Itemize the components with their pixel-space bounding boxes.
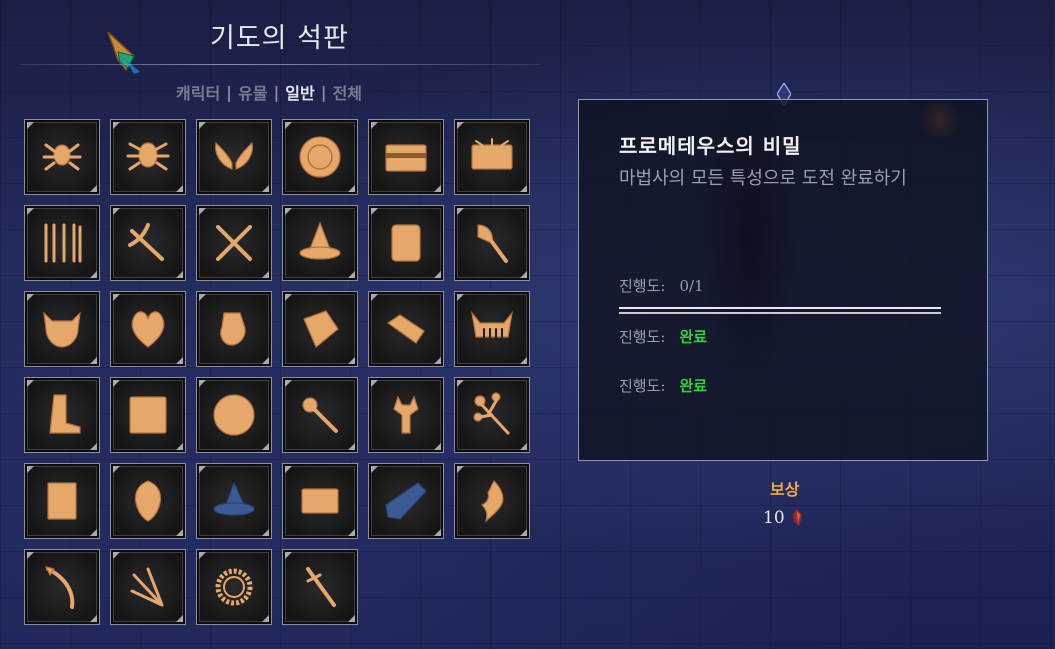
progress-row: 진행도: 0/1 (619, 275, 704, 296)
achievement-slot[interactable] (454, 463, 530, 539)
achievement-slot[interactable] (110, 291, 186, 367)
progress-row: 진행도: 완료 (619, 375, 707, 396)
achievement-slot[interactable] (454, 119, 530, 195)
achievement-slot[interactable] (282, 205, 358, 281)
flower-staff-icon (473, 392, 510, 435)
achievement-slot[interactable] (454, 291, 530, 367)
progress-label: 진행도: (619, 328, 666, 346)
mace-icon (302, 397, 338, 433)
achievement-slot[interactable] (368, 377, 444, 453)
treasure-chest-icon (385, 144, 427, 172)
parchment-icon (303, 310, 339, 348)
whetstone-icon (386, 314, 425, 344)
boot-icon (49, 394, 81, 434)
weapon-rack-icon (44, 223, 82, 263)
reward-label: 보상 (770, 480, 800, 499)
tab-character[interactable]: 캐릭터 (176, 80, 220, 104)
achievement-slot[interactable] (196, 119, 272, 195)
achievement-slot[interactable] (110, 119, 186, 195)
achievement-slot[interactable] (196, 549, 272, 625)
achievement-grid (24, 119, 530, 625)
jaw-trap-icon (471, 310, 513, 338)
achievement-slot[interactable] (24, 291, 100, 367)
achievement-slot[interactable] (282, 377, 358, 453)
progress-label: 진행도: (619, 377, 666, 395)
bandage-locked-icon (385, 482, 427, 520)
achievement-slot[interactable] (368, 119, 444, 195)
achievement-slot[interactable] (282, 119, 358, 195)
achievement-slot[interactable] (110, 549, 186, 625)
progress-value: 0/1 (679, 277, 704, 295)
tab-separator: | (226, 82, 232, 102)
spider-crest-alt-icon (126, 142, 170, 171)
beast-skull-icon (43, 311, 81, 348)
battle-axe-icon (477, 224, 508, 263)
achievement-description: 마법사의 모든 특성으로 도전 완료하기 (619, 168, 907, 189)
round-shield-icon (299, 136, 341, 178)
wizard-hat-locked-icon (213, 481, 255, 516)
achievement-slot[interactable] (368, 291, 444, 367)
achievement-slot[interactable] (24, 463, 100, 539)
achievement-slot[interactable] (196, 463, 272, 539)
achievement-detail-panel: 프로메테우스의 비밀 마법사의 모든 특성으로 도전 완료하기 진행도: 0/1 … (578, 99, 988, 461)
filter-tabs: 캐릭터 | 유물 | 일반 | 전체 (176, 80, 362, 104)
plank-icon (301, 488, 339, 514)
rune-tablet-icon (129, 396, 167, 434)
book-icon (47, 482, 77, 520)
ornate-chest-icon (471, 138, 513, 170)
pouch-icon (220, 312, 246, 346)
tab-all[interactable]: 전체 (333, 80, 362, 104)
achievement-slot[interactable] (282, 549, 358, 625)
achievement-slot[interactable] (110, 205, 186, 281)
mask-icon (134, 480, 162, 522)
spider-crest-icon (42, 143, 82, 171)
progress-value: 완료 (679, 328, 708, 346)
staff-bundle-icon (130, 567, 164, 607)
page-title: 기도의 석판 (210, 23, 349, 54)
wings-icon (215, 141, 253, 170)
gem-quill-icon (107, 31, 140, 74)
achievement-slot[interactable] (110, 463, 186, 539)
tab-separator: | (273, 82, 280, 102)
flame-sigil-icon (480, 479, 504, 523)
achievement-slot[interactable] (368, 205, 444, 281)
achievement-slot[interactable] (368, 463, 444, 539)
crossbow-icon (128, 223, 164, 261)
witch-hat-icon (299, 221, 341, 260)
tab-separator: | (320, 82, 327, 102)
achievement-title: 프로메테우스의 비밀 (619, 134, 802, 158)
progress-label: 진행도: (619, 277, 666, 295)
achievement-slot[interactable] (196, 291, 272, 367)
achievement-slot[interactable] (454, 205, 530, 281)
demon-idol-icon (393, 395, 419, 434)
scroll-icon (391, 224, 421, 262)
progress-value: 완료 (679, 377, 708, 395)
achievement-slot[interactable] (110, 377, 186, 453)
progress-row: 진행도: 완료 (619, 326, 707, 347)
reward-value: 10 (763, 508, 785, 528)
tab-general[interactable]: 일반 (285, 80, 314, 104)
achievement-slot[interactable] (24, 119, 100, 195)
achievement-slot[interactable] (24, 205, 100, 281)
crystal-shard-icon (793, 509, 802, 526)
tab-relic[interactable]: 유물 (238, 80, 267, 104)
title-divider (20, 64, 540, 65)
holy-sword-icon (306, 567, 336, 607)
coin-icon (213, 394, 255, 436)
achievement-slot[interactable] (196, 377, 272, 453)
heart-icon (131, 311, 165, 348)
achievement-slot[interactable] (24, 549, 100, 625)
achievement-slot[interactable] (454, 377, 530, 453)
crossed-blades-icon (216, 225, 252, 261)
achievement-slot[interactable] (196, 205, 272, 281)
curved-bow-icon (44, 566, 75, 609)
achievement-slot[interactable] (282, 291, 358, 367)
achievement-slot[interactable] (24, 377, 100, 453)
sun-ring-icon (215, 568, 253, 606)
achievement-slot[interactable] (282, 463, 358, 539)
progress-bar (619, 307, 941, 314)
